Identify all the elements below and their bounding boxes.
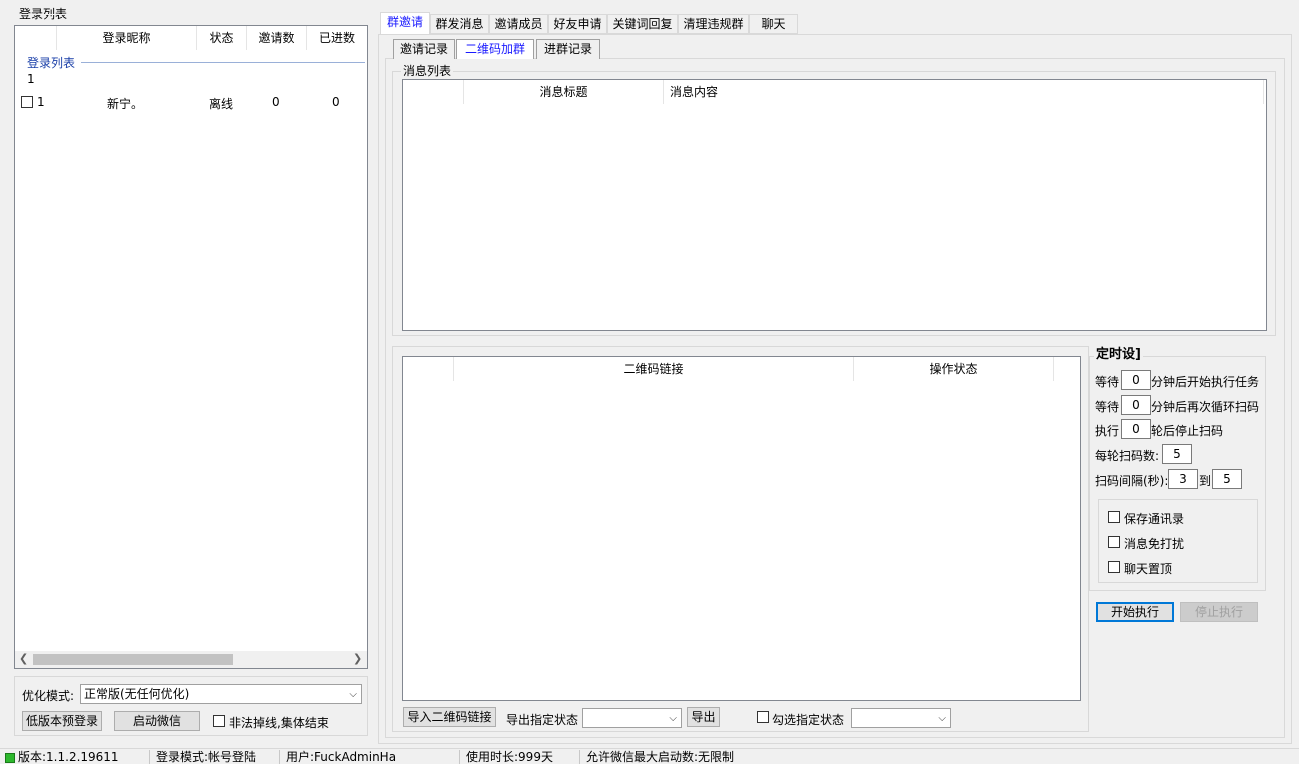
horizontal-scrollbar[interactable]: ❮ ❯ — [15, 651, 367, 668]
save-contacts-label: 保存通讯录 — [1124, 512, 1185, 526]
optimize-label: 优化模式: — [22, 689, 75, 703]
column-header-nickname[interactable]: 登录昵称 — [57, 26, 197, 50]
tab-mass-message[interactable]: 群发消息 — [430, 14, 489, 34]
mute-messages-label: 消息免打扰 — [1124, 537, 1185, 551]
subtab-invite-records[interactable]: 邀请记录 — [393, 39, 455, 59]
wait2-prefix: 等待 — [1095, 400, 1120, 414]
scroll-left-icon[interactable]: ❮ — [19, 652, 28, 665]
optimize-value: 正常版(无任何优化) — [84, 687, 190, 701]
start-execute-button[interactable]: 开始执行 — [1096, 602, 1174, 622]
illegal-offline-label: 非法掉线,集体结束 — [229, 716, 329, 730]
low-version-login-button[interactable]: 低版本预登录 — [22, 711, 102, 731]
chevron-down-icon: ⌵ — [938, 713, 946, 724]
row-nickname: 新宁。 — [107, 97, 144, 111]
column-header-op-status[interactable]: 操作状态 — [854, 357, 1054, 381]
per-round-label: 每轮扫码数: — [1095, 449, 1160, 463]
table-row[interactable]: 1 新宁。 离线 0 0 — [15, 92, 367, 112]
wait1-input[interactable]: 0 — [1121, 370, 1151, 390]
group-count: 1 — [27, 72, 35, 86]
subtab-join-records[interactable]: 进群记录 — [536, 39, 600, 59]
chevron-down-icon: ⌵ — [349, 689, 357, 700]
row-checkbox[interactable] — [21, 96, 33, 108]
check-status-select[interactable]: ⌵ — [851, 708, 951, 728]
interval-from-input[interactable]: 3 — [1168, 469, 1198, 489]
tab-group-invite[interactable]: 群邀请 — [380, 12, 430, 34]
row-id: 1 — [37, 95, 45, 109]
column-header-msg-content[interactable]: 消息内容 — [664, 80, 1264, 104]
optimize-mode-select[interactable]: 正常版(无任何优化) ⌵ — [80, 684, 362, 704]
qr-link-list[interactable]: 二维码链接 操作状态 — [402, 356, 1081, 701]
scrollbar-thumb[interactable] — [33, 654, 233, 665]
column-header-blank — [403, 357, 454, 381]
wait2-suffix: 分钟后再次循环扫码 — [1151, 400, 1260, 414]
tab-clean-groups[interactable]: 清理违规群 — [678, 14, 749, 34]
tab-invite-members[interactable]: 邀请成员 — [489, 14, 548, 34]
check-status-checkbox[interactable] — [757, 711, 769, 723]
mute-messages-checkbox[interactable] — [1108, 536, 1120, 548]
tab-friend-request[interactable]: 好友申请 — [548, 14, 607, 34]
status-max-start: 允许微信最大启动数:无限制 — [586, 750, 735, 764]
column-header-status[interactable]: 状态 — [197, 26, 247, 50]
group-header-label: 登录列表 — [27, 56, 76, 70]
column-header-blank — [403, 80, 464, 104]
column-header-qr-link[interactable]: 二维码链接 — [454, 357, 854, 381]
stop-execute-button[interactable]: 停止执行 — [1180, 602, 1258, 622]
pin-chat-checkbox[interactable] — [1108, 561, 1120, 573]
per-round-input[interactable]: 5 — [1162, 444, 1192, 464]
wait1-suffix: 分钟后开始执行任务 — [1151, 375, 1260, 389]
row-joined: 0 — [332, 95, 340, 109]
column-header-msg-title[interactable]: 消息标题 — [464, 80, 664, 104]
illegal-offline-checkbox[interactable] — [213, 715, 225, 727]
interval-label: 扫码间隔(秒): — [1095, 474, 1169, 488]
check-status-label: 勾选指定状态 — [772, 713, 845, 727]
login-list[interactable]: 登录昵称 状态 邀请数 已进数 登录列表 1 1 新宁。 离线 0 0 ❮ ❯ — [14, 25, 368, 669]
interval-to-input[interactable]: 5 — [1212, 469, 1242, 489]
scroll-right-icon[interactable]: ❯ — [353, 652, 362, 665]
export-status-select[interactable]: ⌵ — [582, 708, 682, 728]
status-indicator-icon — [5, 753, 15, 763]
column-header-check — [15, 26, 57, 50]
status-version: 版本:1.1.2.19611 — [18, 750, 150, 764]
status-usage: 使用时长:999天 — [466, 750, 580, 764]
tab-keyword-reply[interactable]: 关键词回复 — [607, 14, 678, 34]
pin-chat-label: 聊天置顶 — [1124, 562, 1173, 576]
message-list-title: 消息列表 — [401, 64, 454, 78]
status-login-mode: 登录模式:帐号登陆 — [156, 750, 280, 764]
import-qr-button[interactable]: 导入二维码链接 — [403, 707, 496, 727]
interval-to-label: 到 — [1199, 474, 1212, 488]
timer-settings-title: 定时设] — [1094, 347, 1143, 362]
export-button[interactable]: 导出 — [687, 707, 720, 727]
row-invites: 0 — [272, 95, 280, 109]
tab-chat[interactable]: 聊天 — [749, 14, 798, 34]
column-header-invites[interactable]: 邀请数 — [247, 26, 307, 50]
save-contacts-checkbox[interactable] — [1108, 511, 1120, 523]
group-header-line — [81, 62, 365, 63]
column-header-joined[interactable]: 已进数 — [307, 26, 367, 50]
message-list[interactable]: 消息标题 消息内容 — [402, 79, 1267, 331]
wait1-prefix: 等待 — [1095, 375, 1120, 389]
exec-input[interactable]: 0 — [1121, 419, 1151, 439]
exec-prefix: 执行 — [1095, 424, 1120, 438]
subtab-qr-join[interactable]: 二维码加群 — [456, 39, 534, 59]
export-status-label: 导出指定状态 — [506, 713, 579, 727]
start-wechat-button[interactable]: 启动微信 — [114, 711, 200, 731]
row-status: 离线 — [209, 97, 234, 111]
exec-suffix: 轮后停止扫码 — [1151, 424, 1224, 438]
chevron-down-icon: ⌵ — [669, 713, 677, 724]
wait2-input[interactable]: 0 — [1121, 395, 1151, 415]
status-user: 用户:FuckAdminHa — [286, 750, 460, 764]
